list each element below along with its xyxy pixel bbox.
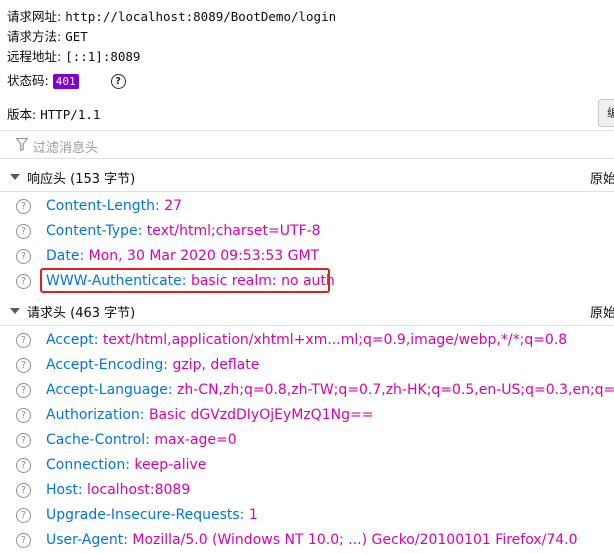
header-name: Content-Type: xyxy=(46,223,143,239)
header-row-date[interactable]: ? Date: Mon, 30 Mar 2020 09:53:53 GMT xyxy=(0,245,614,270)
question-circle-icon[interactable]: ? xyxy=(16,224,31,239)
header-name: Authorization: xyxy=(46,407,145,423)
header-row-upgrade-insecure-requests[interactable]: ? Upgrade-Insecure-Requests: 1 xyxy=(0,504,614,529)
remote-label: 远程地址: xyxy=(7,49,62,64)
header-name: Accept-Language: xyxy=(46,382,173,398)
header-row-accept[interactable]: ? Accept: text/html,application/xhtml+xm… xyxy=(0,329,614,354)
filter-funnel-icon xyxy=(16,138,28,151)
header-row-accept-encoding[interactable]: ? Accept-Encoding: gzip, deflate xyxy=(0,354,614,379)
remote-value: [::1]:8089 xyxy=(65,49,141,64)
header-value: zh-CN,zh;q=0.8,zh-TW;q=0.7,zh-HK;q=0.5,e… xyxy=(177,382,614,398)
filter-headers-bar[interactable]: 过滤消息头 xyxy=(0,130,614,159)
header-row-user-agent[interactable]: ? User-Agent: Mozilla/5.0 (Windows NT 10… xyxy=(0,529,614,554)
header-name: User-Agent: xyxy=(46,532,128,548)
response-headers-section-header[interactable]: 响应头 (153 字节) 原始 xyxy=(0,161,614,192)
header-row-authorization[interactable]: ? Authorization: Basic dGVzdDIyOjEyMzQ1N… xyxy=(0,404,614,429)
question-circle-icon[interactable]: ? xyxy=(16,508,31,523)
status-badge: 401 xyxy=(52,74,79,89)
annotation-highlight-box xyxy=(40,268,330,293)
question-circle-icon[interactable]: ? xyxy=(16,333,31,348)
request-headers-title[interactable]: 请求头 (463 字节) xyxy=(27,302,135,321)
header-value: Mon, 30 Mar 2020 09:53:53 GMT xyxy=(88,248,320,264)
question-circle-icon[interactable]: ? xyxy=(16,458,31,473)
header-name: Accept: xyxy=(46,332,99,348)
header-name: Connection: xyxy=(46,457,130,473)
header-value: 1 xyxy=(248,507,258,523)
header-row-host[interactable]: ? Host: localhost:8089 xyxy=(0,479,614,504)
header-name: Date: xyxy=(46,248,85,264)
header-name: Content-Length: xyxy=(46,198,160,214)
header-name: Cache-Control: xyxy=(46,432,150,448)
raw-headers-toggle[interactable]: 原始 xyxy=(590,168,614,187)
question-circle-icon[interactable]: ? xyxy=(16,274,31,289)
header-name: Host: xyxy=(46,482,83,498)
method-label: 请求方法: xyxy=(7,29,62,44)
question-circle-icon[interactable]: ? xyxy=(16,433,31,448)
question-circle-icon[interactable]: ? xyxy=(16,249,31,264)
method-value: GET xyxy=(65,29,88,44)
header-value: 27 xyxy=(164,198,183,214)
header-name: Upgrade-Insecure-Requests: xyxy=(46,507,245,523)
question-circle-icon[interactable]: ? xyxy=(16,199,31,214)
question-circle-icon[interactable]: ? xyxy=(16,483,31,498)
remote-line: 远程地址: [::1]:8089 xyxy=(7,46,140,65)
edit-resend-button[interactable]: 编 xyxy=(598,99,614,127)
response-headers-title[interactable]: 响应头 (153 字节) xyxy=(27,168,135,187)
header-row-connection[interactable]: ? Connection: keep-alive xyxy=(0,454,614,479)
header-value: localhost:8089 xyxy=(87,482,191,498)
filter-input-placeholder[interactable]: 过滤消息头 xyxy=(33,137,98,156)
question-circle-icon[interactable]: ? xyxy=(110,74,126,89)
header-value: Mozilla/5.0 (Windows NT 10.0; ...) Gecko… xyxy=(132,532,578,548)
status-line: 状态码: 401 ? xyxy=(7,70,126,89)
request-headers-section-header[interactable]: 请求头 (463 字节) 原始 xyxy=(0,295,614,326)
question-circle-icon[interactable]: ? xyxy=(16,383,31,398)
url-label: 请求网址: xyxy=(7,9,62,24)
header-value: text/html,application/xhtml+xm...ml;q=0.… xyxy=(102,332,568,348)
header-value: gzip, deflate xyxy=(172,357,260,373)
question-circle-icon[interactable]: ? xyxy=(16,408,31,423)
header-value: text/html;charset=UTF-8 xyxy=(146,223,321,239)
question-circle-icon[interactable]: ? xyxy=(16,533,31,548)
header-row-accept-language[interactable]: ? Accept-Language: zh-CN,zh;q=0.8,zh-TW;… xyxy=(0,379,614,404)
header-value: keep-alive xyxy=(134,457,207,473)
method-line: 请求方法: GET xyxy=(7,26,88,45)
header-name: Accept-Encoding: xyxy=(46,357,169,373)
header-value: max-age=0 xyxy=(154,432,237,448)
request-summary: 请求网址: http://localhost:8089/BootDemo/log… xyxy=(0,0,614,128)
version-value: HTTP/1.1 xyxy=(40,107,101,122)
header-row-cache-control[interactable]: ? Cache-Control: max-age=0 xyxy=(0,429,614,454)
url-value[interactable]: http://localhost:8089/BootDemo/login xyxy=(65,9,336,24)
header-row-content-type[interactable]: ? Content-Type: text/html;charset=UTF-8 xyxy=(0,220,614,245)
raw-headers-toggle[interactable]: 原始 xyxy=(590,302,614,321)
header-value: Basic dGVzdDIyOjEyMzQ1Ng== xyxy=(148,407,374,423)
status-label: 状态码: xyxy=(7,73,49,88)
chevron-down-icon[interactable] xyxy=(10,308,20,314)
chevron-down-icon[interactable] xyxy=(10,174,20,180)
version-label: 版本: xyxy=(7,107,37,122)
url-line: 请求网址: http://localhost:8089/BootDemo/log… xyxy=(7,6,336,25)
header-row-content-length[interactable]: ? Content-Length: 27 xyxy=(0,195,614,220)
version-line: 版本: HTTP/1.1 xyxy=(7,104,100,123)
question-circle-icon[interactable]: ? xyxy=(16,358,31,373)
